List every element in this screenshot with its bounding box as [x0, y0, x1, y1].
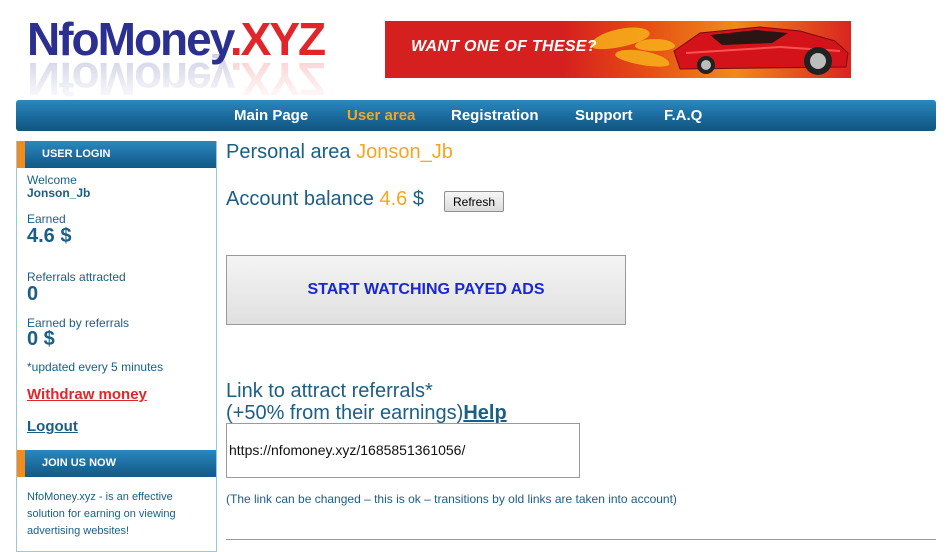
start-watching-ads-button[interactable]: START WATCHING PAYED ADS	[226, 255, 626, 325]
referral-title-line-2: (+50% from their earnings)	[226, 402, 464, 424]
ad-banner[interactable]: WANT ONE OF THESE?	[385, 21, 851, 78]
balance-currency: $	[412, 188, 424, 210]
balance-value: 4.6	[379, 188, 408, 210]
logo-reflection-part-2: .XYZ	[229, 53, 325, 105]
nav-support[interactable]: Support	[575, 107, 633, 124]
main-navigation: Main Page User area Registration Support…	[16, 100, 936, 131]
refresh-button[interactable]: Refresh	[444, 191, 504, 212]
nav-main-page[interactable]: Main Page	[234, 107, 308, 124]
nav-faq[interactable]: F.A.Q	[664, 107, 702, 124]
referral-link-heading: Link to attract referrals* (+50% from th…	[226, 380, 507, 424]
sidebar: USER LOGIN Welcome Jonson_Jb Earned 4.6 …	[16, 141, 217, 552]
earned-value: 4.6 $	[27, 225, 72, 247]
personal-area-heading: Personal area Jonson_Jb	[226, 141, 453, 164]
join-description: NfoMoney.xyz - is an effective solution …	[27, 491, 176, 537]
header-accent	[17, 450, 25, 477]
join-us-title: JOIN US NOW	[42, 457, 116, 469]
referral-title-line-2-wrap: (+50% from their earnings)Help	[226, 402, 507, 424]
site-logo[interactable]: NfoMoney.XYZ NfoMoney.XYZ	[27, 14, 372, 105]
earned-label: Earned	[27, 212, 66, 226]
balance-label: Account balance	[226, 188, 374, 210]
update-note: *updated every 5 minutes	[27, 360, 164, 374]
banner-text: WANT ONE OF THESE?	[411, 38, 597, 55]
nav-user-area[interactable]: User area	[347, 107, 415, 124]
personal-area-username: Jonson_Jb	[356, 141, 453, 163]
referral-link-field[interactable]: https://nfomoney.xyz/1685851361056/	[226, 423, 580, 478]
account-balance: Account balance 4.6 $	[226, 188, 424, 211]
logout-link[interactable]: Logout	[27, 418, 78, 435]
sports-car-icon	[673, 26, 849, 75]
user-login-header: USER LOGIN	[17, 141, 216, 168]
logo-reflection: NfoMoney.XYZ	[27, 53, 325, 105]
header-accent	[17, 141, 25, 168]
help-link[interactable]: Help	[463, 402, 506, 424]
withdraw-money-link[interactable]: Withdraw money	[27, 386, 147, 403]
nav-registration[interactable]: Registration	[451, 107, 539, 124]
referral-title-line-1: Link to attract referrals*	[226, 380, 433, 402]
flame-decoration	[635, 39, 675, 51]
join-us-header: JOIN US NOW	[17, 450, 216, 477]
referrals-attracted-value: 0	[27, 283, 39, 305]
logo-reflection-part-1: NfoMoney	[27, 53, 230, 105]
user-login-title: USER LOGIN	[42, 148, 111, 160]
earned-by-referrals-value: 0 $	[27, 328, 55, 350]
welcome-label: Welcome	[27, 173, 77, 187]
referral-note: (The link can be changed – this is ok – …	[226, 492, 677, 506]
sidebar-username: Jonson_Jb	[27, 186, 91, 200]
referrals-attracted-label: Referrals attracted	[27, 270, 126, 284]
personal-area-label: Personal area	[226, 141, 351, 163]
divider	[226, 539, 936, 540]
